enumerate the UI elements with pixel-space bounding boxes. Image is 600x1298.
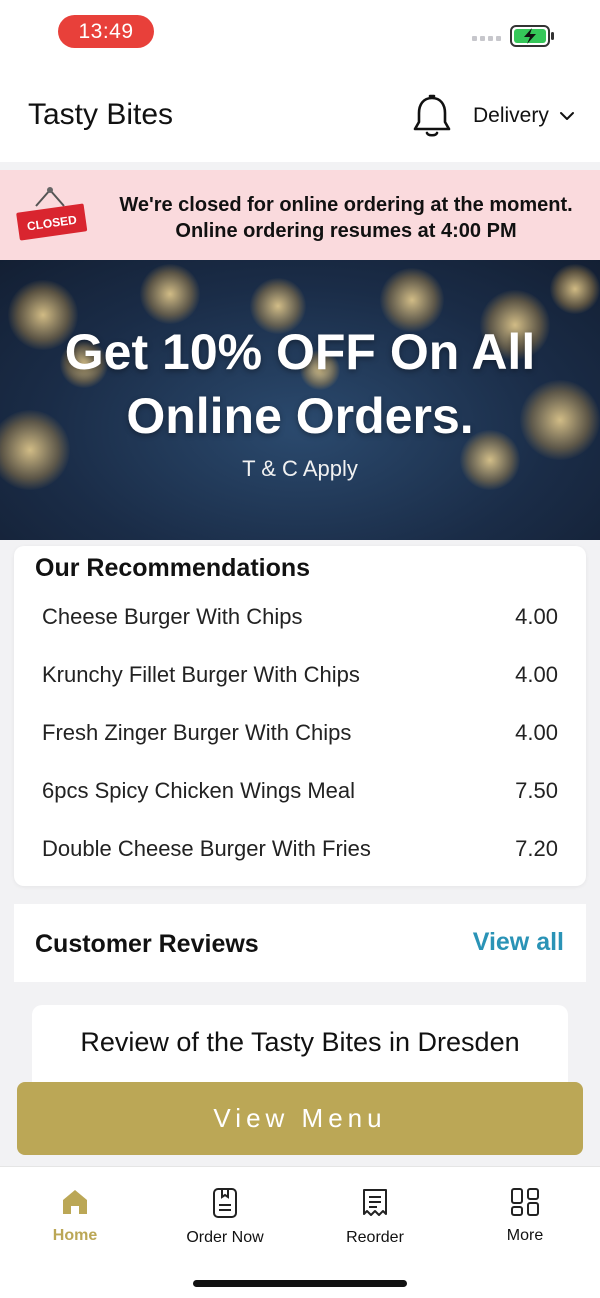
item-price: 4.00 bbox=[515, 604, 558, 629]
status-time: 13:49 bbox=[58, 15, 154, 48]
recommendation-item[interactable]: 6pcs Spicy Chicken Wings Meal 7.50 bbox=[42, 778, 558, 804]
recommendation-item[interactable]: Krunchy Fillet Burger With Chips 4.00 bbox=[42, 662, 558, 688]
grid-icon bbox=[511, 1188, 539, 1216]
tab-order-now[interactable]: Order Now bbox=[150, 1187, 300, 1247]
closed-message-line1: We're closed for online ordering at the … bbox=[119, 194, 573, 216]
closed-message-line2: Online ordering resumes at 4:00 PM bbox=[175, 220, 517, 242]
recommendations-card: Our Recommendations Cheese Burger With C… bbox=[14, 546, 586, 886]
view-all-reviews-link[interactable]: View all bbox=[473, 928, 564, 957]
item-price: 4.00 bbox=[515, 662, 558, 687]
closed-sign-icon: CLOSED bbox=[16, 187, 88, 241]
app-header: Tasty Bites Delivery bbox=[0, 68, 600, 162]
battery-charging-icon bbox=[510, 25, 554, 47]
recommendations-title: Our Recommendations bbox=[35, 554, 311, 582]
tab-reorder[interactable]: Reorder bbox=[300, 1187, 450, 1247]
item-name: Fresh Zinger Burger With Chips bbox=[42, 720, 352, 745]
promo-headline-line1: Get 10% OFF On All bbox=[64, 324, 536, 380]
promo-headline: Get 10% OFF On All Online Orders. bbox=[0, 320, 600, 448]
tab-home[interactable]: Home bbox=[0, 1187, 150, 1245]
tab-label: Order Now bbox=[186, 1229, 264, 1246]
recommendation-item[interactable]: Fresh Zinger Burger With Chips 4.00 bbox=[42, 720, 558, 746]
view-menu-button[interactable]: View Menu bbox=[17, 1082, 583, 1155]
chevron-down-icon bbox=[559, 112, 574, 120]
home-icon bbox=[63, 1190, 87, 1214]
item-price: 7.20 bbox=[515, 836, 558, 861]
bell-icon[interactable] bbox=[410, 92, 454, 140]
bottom-tab-bar: Home Order Now Reorder More bbox=[0, 1166, 600, 1298]
tab-more[interactable]: More bbox=[450, 1187, 600, 1245]
tab-label: More bbox=[506, 1227, 544, 1244]
reviews-header: Customer Reviews View all bbox=[14, 904, 586, 982]
signal-icon bbox=[472, 36, 501, 41]
app-title: Tasty Bites bbox=[28, 98, 174, 131]
closed-message: We're closed for online ordering at the … bbox=[98, 192, 594, 244]
item-name: 6pcs Spicy Chicken Wings Meal bbox=[42, 778, 356, 803]
bokeh-light bbox=[140, 264, 200, 324]
review-card-title: Review of the Tasty Bites in Dresden bbox=[80, 1027, 520, 1057]
item-price: 4.00 bbox=[515, 720, 558, 745]
delivery-mode-select[interactable]: Delivery bbox=[473, 104, 575, 128]
item-name: Krunchy Fillet Burger With Chips bbox=[42, 662, 360, 687]
bokeh-light bbox=[550, 264, 600, 314]
closed-banner: CLOSED We're closed for online ordering … bbox=[0, 170, 600, 260]
tab-label: Home bbox=[52, 1227, 98, 1244]
item-name: Cheese Burger With Chips bbox=[42, 604, 303, 629]
item-price: 7.50 bbox=[515, 778, 558, 803]
status-bar: 13:49 bbox=[0, 0, 600, 68]
recommendation-item[interactable]: Cheese Burger With Chips 4.00 bbox=[42, 604, 558, 630]
order-icon bbox=[213, 1188, 237, 1218]
receipt-icon bbox=[363, 1189, 387, 1216]
recommendation-item[interactable]: Double Cheese Burger With Fries 7.20 bbox=[42, 836, 558, 862]
promo-terms: T & C Apply bbox=[242, 456, 358, 481]
tab-label: Reorder bbox=[346, 1229, 404, 1246]
promo-banner[interactable]: Get 10% OFF On All Online Orders. T & C … bbox=[0, 260, 600, 540]
reviews-title: Customer Reviews bbox=[35, 930, 259, 958]
home-indicator[interactable] bbox=[193, 1280, 407, 1287]
item-name: Double Cheese Burger With Fries bbox=[42, 836, 371, 861]
delivery-label: Delivery bbox=[473, 104, 549, 127]
promo-headline-line2: Online Orders. bbox=[126, 388, 474, 444]
review-card[interactable]: Review of the Tasty Bites in Dresden bbox=[32, 1005, 568, 1085]
